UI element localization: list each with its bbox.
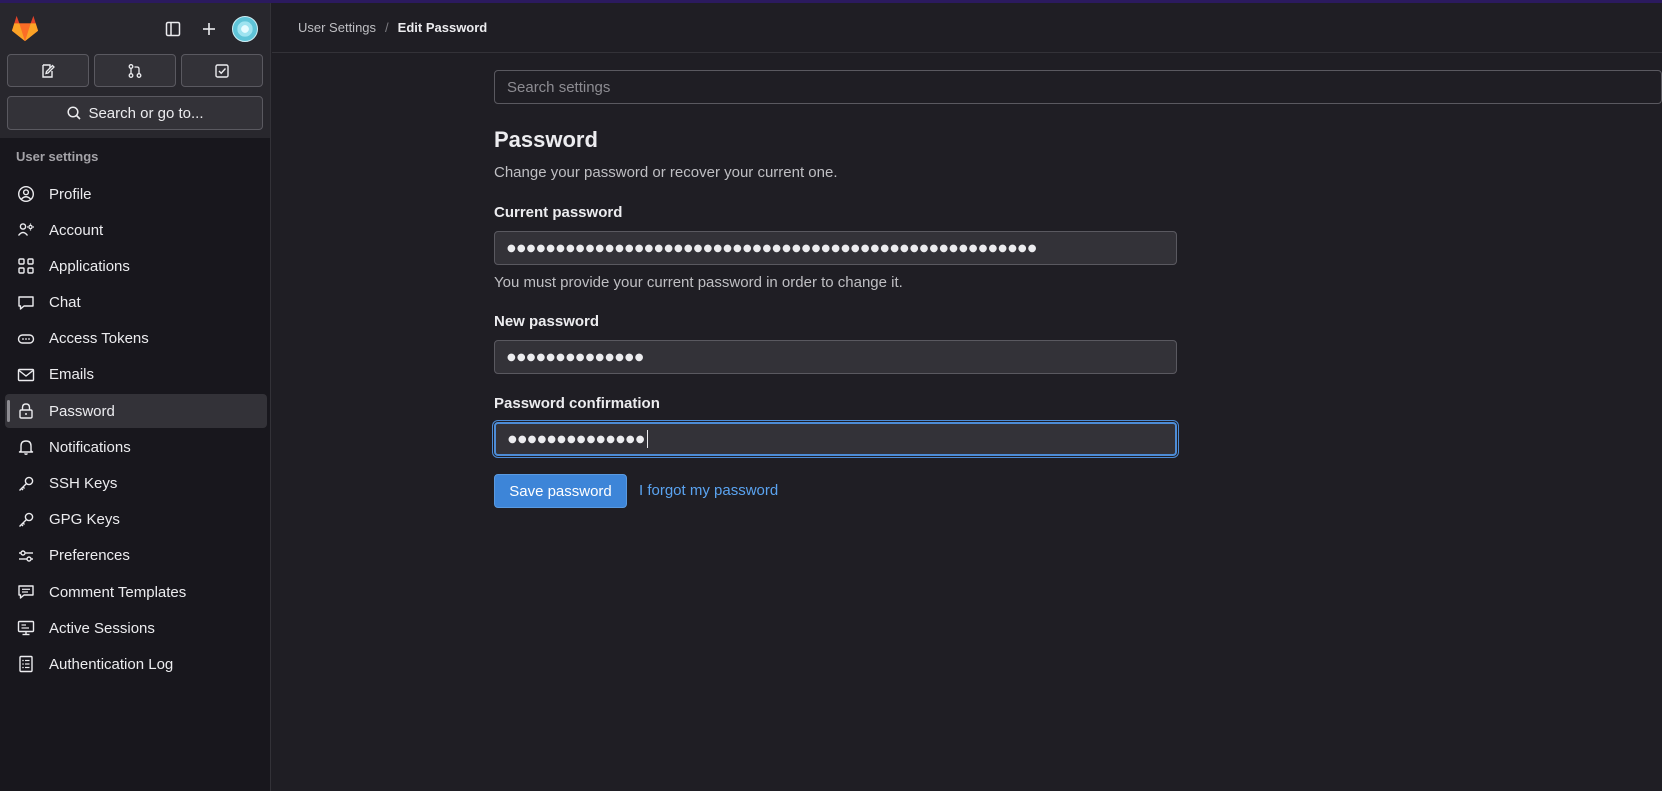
create-new-button[interactable]: [197, 17, 221, 41]
issues-button[interactable]: [7, 54, 89, 87]
password-confirmation-field[interactable]: ●●●●●●●●●●●●●●: [494, 422, 1177, 456]
sidebar-item-authentication-log[interactable]: Authentication Log: [5, 647, 267, 681]
sidebar-item-chat[interactable]: Chat: [5, 286, 267, 320]
gitlab-logo-icon[interactable]: [10, 14, 40, 42]
sidebar-item-label: Comment Templates: [49, 583, 187, 601]
current-password-help: You must provide your current password i…: [494, 274, 903, 291]
todo-icon: [215, 63, 229, 78]
sidebar-item-active-sessions[interactable]: Active Sessions: [5, 611, 267, 645]
issues-icon: [42, 63, 55, 78]
bell-icon: [18, 440, 34, 456]
breadcrumb: User Settings / Edit Password: [272, 3, 1662, 53]
sidebar-item-label: Emails: [49, 366, 95, 384]
current-password-label: Current password: [494, 204, 623, 221]
lock-icon: [19, 403, 33, 419]
merge-request-icon: [128, 63, 142, 78]
global-search-label: Search or go to...: [88, 104, 204, 122]
new-password-label: New password: [494, 313, 600, 330]
sidebar-item-notifications[interactable]: Notifications: [5, 430, 267, 464]
sidebar-item-comment-templates[interactable]: Comment Templates: [5, 575, 267, 609]
token-icon: [17, 334, 35, 344]
search-icon: [67, 106, 82, 120]
account-icon: [17, 223, 34, 237]
user-avatar[interactable]: [232, 16, 258, 42]
password-confirmation-value: ●●●●●●●●●●●●●●: [508, 433, 646, 445]
save-password-button[interactable]: Save password: [494, 474, 627, 508]
settings-nav: Profile Account Applications Chat Access…: [5, 177, 267, 684]
sidebar-item-password[interactable]: Password: [5, 394, 267, 429]
sidebar-item-applications[interactable]: Applications: [5, 249, 267, 283]
sidebar-item-label: Access Tokens: [49, 330, 149, 348]
search-settings-input[interactable]: [494, 70, 1662, 104]
sidebar-item-label: SSH Keys: [49, 475, 118, 492]
sidebar-header: Search or go to...: [0, 3, 270, 138]
sidebar-item-ssh-keys[interactable]: SSH Keys: [5, 467, 267, 501]
sidebar-section-title: User settings: [16, 149, 99, 164]
toggle-sidebar-button[interactable]: [161, 17, 185, 41]
sidebar-item-account[interactable]: Account: [5, 213, 267, 247]
breadcrumb-edit-password[interactable]: Edit Password: [398, 20, 488, 35]
global-search-button[interactable]: Search or go to...: [7, 96, 263, 130]
todo-button[interactable]: [181, 54, 263, 87]
profile-icon: [17, 185, 35, 203]
sidebar-toggle-icon: [165, 21, 181, 37]
sidebar-item-profile[interactable]: Profile: [5, 177, 267, 211]
sidebar-item-label: Preferences: [49, 547, 130, 565]
applications-icon: [18, 258, 34, 275]
forgot-password-link[interactable]: I forgot my password: [639, 482, 778, 499]
comment-icon: [18, 585, 34, 599]
sidebar-item-label: Chat: [49, 294, 81, 312]
sidebar-item-label: Authentication Log: [49, 655, 174, 673]
new-password-field[interactable]: ●●●●●●●●●●●●●●: [494, 340, 1177, 374]
page-title: Password: [494, 127, 598, 152]
sidebar-item-label: Profile: [49, 185, 92, 203]
current-password-value: ●●●●●●●●●●●●●●●●●●●●●●●●●●●●●●●●●●●●●●●●…: [507, 242, 1038, 254]
sidebar-item-label: Active Sessions: [49, 619, 155, 637]
plus-icon: [203, 23, 215, 35]
sidebar-item-gpg-keys[interactable]: GPG Keys: [5, 503, 267, 537]
text-caret: [646, 430, 648, 448]
breadcrumb-separator: /: [385, 20, 389, 35]
page-description: Change your password or recover your cur…: [494, 164, 838, 181]
preferences-icon: [19, 550, 33, 562]
mail-icon: [17, 368, 35, 382]
chat-icon: [18, 295, 34, 310]
breadcrumb-user-settings[interactable]: User Settings: [298, 20, 376, 35]
key-icon: [19, 512, 34, 527]
sidebar-item-preferences[interactable]: Preferences: [5, 539, 267, 573]
log-icon: [19, 656, 33, 673]
sidebar-item-label: Password: [49, 402, 115, 420]
sidebar-item-label: Applications: [49, 257, 130, 275]
key-icon: [19, 476, 34, 491]
merge-requests-button[interactable]: [94, 54, 176, 87]
monitor-icon: [17, 621, 35, 636]
sidebar-item-access-tokens[interactable]: Access Tokens: [5, 322, 267, 356]
new-password-value: ●●●●●●●●●●●●●●: [507, 351, 645, 363]
sidebar-item-emails[interactable]: Emails: [5, 358, 267, 392]
sidebar-item-label: Notifications: [49, 438, 131, 456]
sidebar-item-label: Account: [49, 221, 104, 239]
sidebar-item-label: GPG Keys: [49, 511, 120, 529]
current-password-field[interactable]: ●●●●●●●●●●●●●●●●●●●●●●●●●●●●●●●●●●●●●●●●…: [494, 231, 1177, 265]
password-confirmation-label: Password confirmation: [494, 395, 660, 412]
sidebar: Search or go to... User settings Profile…: [0, 3, 271, 791]
quick-actions: [7, 54, 263, 88]
